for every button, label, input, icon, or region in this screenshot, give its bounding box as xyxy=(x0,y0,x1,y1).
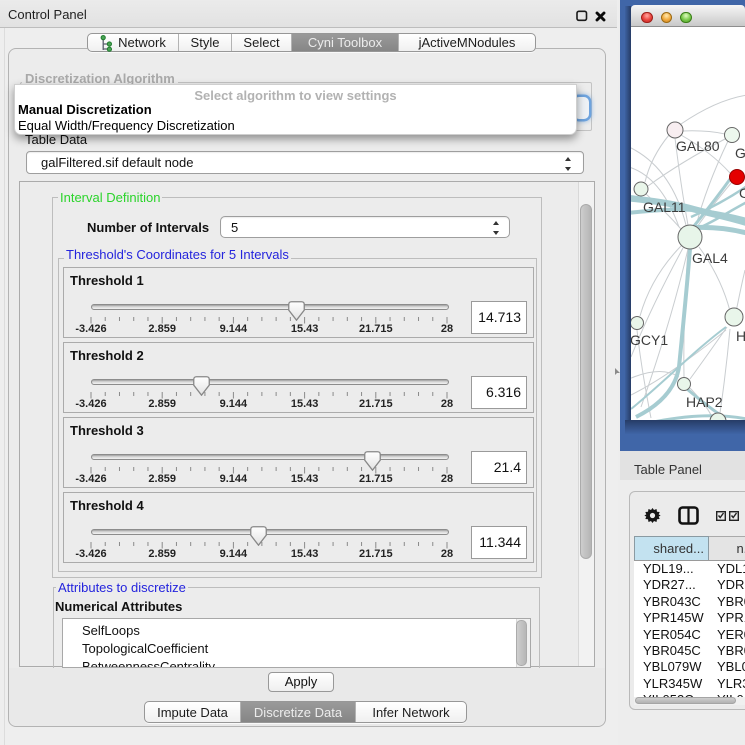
svg-text:GAL11: GAL11 xyxy=(643,199,686,215)
svg-text:GAL4: GAL4 xyxy=(692,250,728,266)
svg-text:HAP2: HAP2 xyxy=(686,394,723,410)
svg-text:G.: G. xyxy=(735,145,745,161)
svg-text:GAL80: GAL80 xyxy=(676,138,720,154)
svg-text:H: H xyxy=(736,328,745,344)
svg-text:GCY1: GCY1 xyxy=(631,332,668,348)
svg-text:C: C xyxy=(739,185,745,201)
